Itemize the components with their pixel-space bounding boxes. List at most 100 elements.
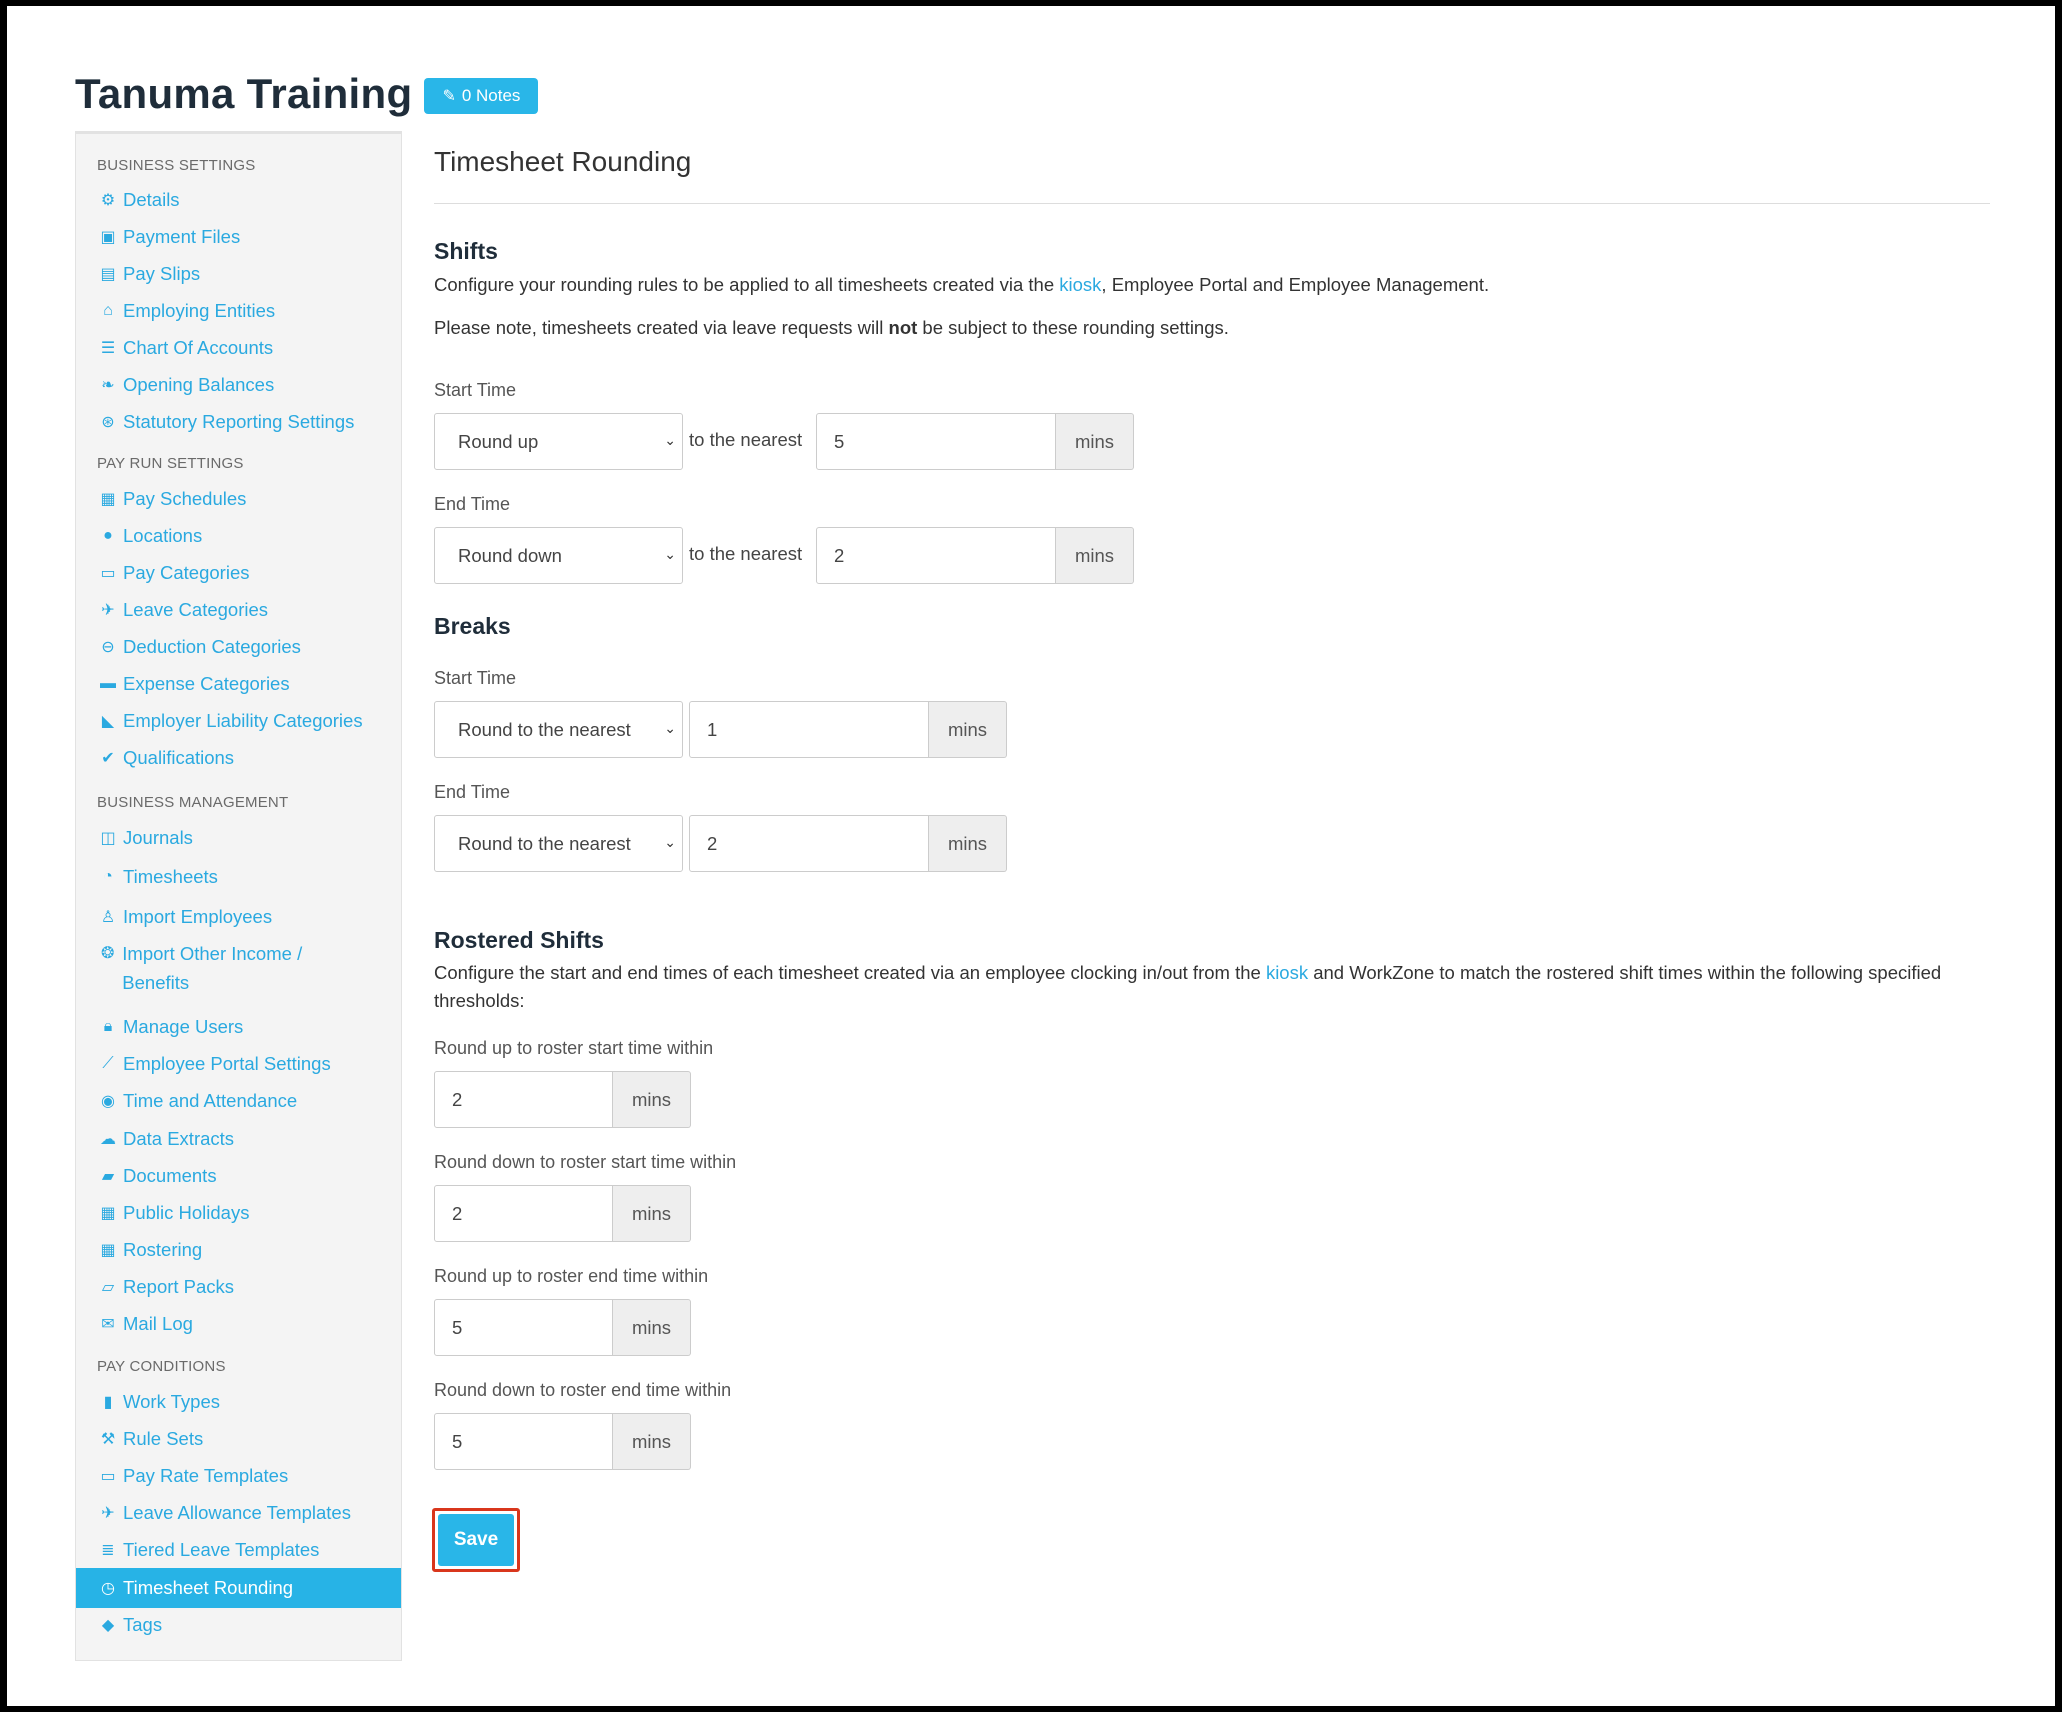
sidebar-item-public-holidays[interactable]: ▦ Public Holidays [76, 1197, 401, 1229]
file-icon: ▤ [100, 266, 116, 283]
sidebar-item-documents[interactable]: ▰ Documents [76, 1160, 401, 1192]
kiosk-link[interactable]: kiosk [1266, 962, 1308, 983]
nearest-label: to the nearest [689, 429, 803, 450]
shift-start-rounding-select[interactable]: Round up ⌄ [434, 413, 683, 470]
sidebar-item-import-employees[interactable]: ♙ Import Employees [76, 901, 401, 933]
sidebar-item-timesheets[interactable]: ◔ Timesheets [76, 861, 401, 893]
round-up-end-input[interactable]: 5 [434, 1299, 613, 1356]
sidebar-item-data-extracts[interactable]: ☁ Data Extracts [76, 1123, 401, 1155]
sidebar-item-report-packs[interactable]: ▱ Report Packs [76, 1271, 401, 1303]
sidebar-item-employer-liability[interactable]: ◣ Employer Liability Categories [76, 705, 401, 737]
sidebar-item-rostering[interactable]: ▦ Rostering [76, 1234, 401, 1266]
calendar-icon: ▦ [100, 491, 116, 508]
sidebar-item-pay-schedules[interactable]: ▦ Pay Schedules [76, 483, 401, 515]
shift-end-label: End Time [434, 494, 511, 514]
sidebar-item-pay-slips[interactable]: ▤ Pay Slips [76, 258, 401, 290]
shift-start-minutes-input[interactable]: 5 [816, 413, 1056, 470]
break-end-rounding-select[interactable]: Round to the nearest ⌄ [434, 815, 683, 872]
area-chart-icon: ◣ [101, 713, 115, 730]
nearest-label: to the nearest [689, 543, 803, 564]
sidebar-item-statutory-reporting[interactable]: ⊛ Statutory Reporting Settings [76, 406, 401, 438]
cloud-download-icon: ☁ [100, 1131, 116, 1148]
break-start-minutes-input[interactable]: 1 [689, 701, 929, 758]
sidebar-item-employing-entities[interactable]: ⌂ Employing Entities [76, 295, 401, 327]
chevron-down-icon: ⌄ [664, 546, 676, 562]
sidebar-item-import-other-income[interactable]: ❂ Import Other Income / Benefits [76, 939, 376, 997]
lifebuoy-icon: ⊛ [101, 414, 115, 431]
sidebar-item-opening-balances[interactable]: ❧ Opening Balances [76, 369, 401, 401]
gear-icon: ⚙ [100, 192, 116, 209]
shifts-note: Please note, timesheets created via leav… [434, 317, 1229, 338]
mins-addon: mins [1056, 413, 1134, 470]
mins-addon: mins [613, 1185, 691, 1242]
mins-addon: mins [929, 815, 1007, 872]
leaf-icon: ❧ [101, 377, 115, 394]
archive-icon: ▬ [100, 675, 116, 692]
envelope-icon: ✉ [101, 1316, 115, 1333]
notes-button[interactable]: ✎ 0 Notes [424, 78, 539, 114]
sidebar-item-pay-categories[interactable]: ▭ Pay Categories [76, 557, 401, 589]
section-business-management: BUSINESS MANAGEMENT [97, 794, 289, 811]
shift-end-minutes-input[interactable]: 2 [816, 527, 1056, 584]
mins-addon: mins [613, 1413, 691, 1470]
globe-icon: ● [103, 527, 113, 544]
bank-icon: ⌂ [103, 302, 113, 319]
sidebar: BUSINESS SETTINGS ⚙ Details ▣ Payment File… [75, 131, 402, 1661]
sidebar-item-mail-log[interactable]: ✉ Mail Log [76, 1308, 401, 1340]
sidebar-item-locations[interactable]: ● Locations [76, 520, 401, 552]
people-icon: ♙ [100, 909, 116, 926]
chevron-down-icon: ⌄ [664, 432, 676, 448]
sidebar-item-time-attendance[interactable]: ◉ Time and Attendance [76, 1085, 401, 1117]
break-start-label: Start Time [434, 668, 517, 688]
shift-start-label: Start Time [434, 380, 517, 400]
sidebar-item-work-types[interactable]: ▮ Work Types [76, 1386, 401, 1418]
save-button[interactable]: Save [438, 1514, 514, 1566]
sidebar-item-leave-allowance[interactable]: ✈ Leave Allowance Templates [76, 1497, 401, 1529]
sidebar-item-qualifications[interactable]: ✔ Qualifications [76, 742, 401, 774]
sidebar-item-leave-categories[interactable]: ✈ Leave Categories [76, 594, 401, 626]
hands-icon: ❂ [100, 945, 115, 962]
columns-icon: ◫ [100, 830, 116, 847]
tiers-icon: ≣ [101, 1542, 115, 1559]
sidebar-item-rule-sets[interactable]: ⚒ Rule Sets [76, 1423, 401, 1455]
tag-icon: ◆ [101, 1617, 115, 1634]
kiosk-link[interactable]: kiosk [1059, 274, 1101, 295]
sidebar-item-journals[interactable]: ◫ Journals [76, 822, 401, 854]
check-icon: ✔ [101, 750, 115, 767]
sidebar-item-timesheet-rounding[interactable]: ◷ Timesheet Rounding [76, 1568, 401, 1608]
round-down-start-input[interactable]: 2 [434, 1185, 613, 1242]
sidebar-item-pay-rate-templates[interactable]: ▭ Pay Rate Templates [76, 1460, 401, 1492]
round-up-end-label: Round up to roster end time within [434, 1266, 709, 1286]
clock-icon: ◷ [101, 1580, 115, 1597]
edit-icon: ✎ [442, 88, 456, 105]
sidebar-item-details[interactable]: ⚙ Details [76, 184, 401, 216]
sidebar-item-payment-files[interactable]: ▣ Payment Files [76, 221, 401, 253]
page-header: Tanuma Training ✎ 0 Notes [75, 70, 539, 118]
shift-end-rounding-select[interactable]: Round down ⌄ [434, 527, 683, 584]
sidebar-item-expense-categories[interactable]: ▬ Expense Categories [76, 668, 401, 700]
sidebar-item-manage-users[interactable]: 🔒︎ Manage Users [76, 1011, 401, 1043]
sidebar-item-tags[interactable]: ◆ Tags [76, 1609, 401, 1641]
break-start-rounding-select[interactable]: Round to the nearest ⌄ [434, 701, 683, 758]
sidebar-item-chart-of-accounts[interactable]: ☰ Chart Of Accounts [76, 332, 401, 364]
clock-icon: ◔ [103, 868, 113, 885]
section-business-settings: BUSINESS SETTINGS [97, 157, 256, 174]
floppy-icon: ▣ [100, 229, 116, 246]
round-down-start-label: Round down to roster start time within [434, 1152, 737, 1172]
sidebar-item-employee-portal[interactable]: ⟋ Employee Portal Settings [76, 1048, 401, 1080]
section-pay-conditions: PAY CONDITIONS [97, 1358, 226, 1375]
calendar-icon: ▦ [100, 1205, 116, 1222]
gavel-icon: ⚒ [100, 1431, 116, 1448]
round-down-end-input[interactable]: 5 [434, 1413, 613, 1470]
chevron-down-icon: ⌄ [664, 834, 676, 850]
sidebar-item-tiered-leave[interactable]: ≣ Tiered Leave Templates [76, 1534, 401, 1566]
sidebar-item-deduction-categories[interactable]: ⊖ Deduction Categories [76, 631, 401, 663]
app-frame: Tanuma Training ✎ 0 Notes BUSINESS SETTI… [7, 6, 2055, 1706]
round-up-start-input[interactable]: 2 [434, 1071, 613, 1128]
plane-icon: ✈ [101, 1505, 115, 1522]
book-icon: ▮ [103, 1394, 113, 1411]
save-highlight: Save [432, 1508, 520, 1572]
round-down-end-label: Round down to roster end time within [434, 1380, 732, 1400]
break-end-minutes-input[interactable]: 2 [689, 815, 929, 872]
break-end-label: End Time [434, 782, 511, 802]
